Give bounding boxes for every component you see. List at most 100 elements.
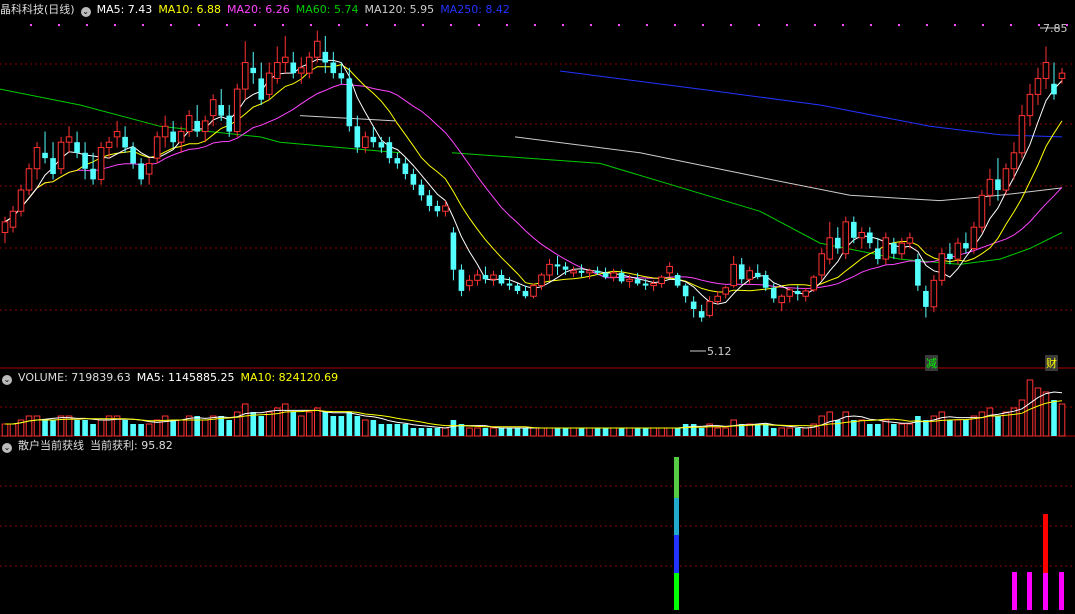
candle-body <box>105 141 113 148</box>
candle-body <box>113 131 121 138</box>
candle-body <box>978 194 986 228</box>
profit-bar-segment <box>674 573 679 610</box>
volume-bar <box>1010 407 1018 437</box>
top-dot <box>226 24 228 26</box>
ma-line-ma250 <box>559 70 1063 138</box>
candle-body <box>626 278 633 282</box>
candle-body <box>514 285 521 291</box>
volume-bar <box>145 423 153 437</box>
candle-body <box>642 283 649 286</box>
candle-body <box>498 275 505 284</box>
top-dot <box>142 24 144 26</box>
candle-body <box>930 279 938 308</box>
volume-bar <box>313 407 321 437</box>
candle-body <box>57 141 65 170</box>
top-dot <box>674 24 676 26</box>
stock-chart[interactable] <box>0 0 1075 614</box>
volume-bar <box>138 424 144 436</box>
top-dot <box>394 24 396 26</box>
volume-bar <box>754 424 761 436</box>
volume-bar <box>74 420 80 436</box>
volume-bar <box>530 427 537 437</box>
volume-bar <box>722 427 729 437</box>
profit-bar <box>1012 572 1017 610</box>
volume-bar <box>1034 387 1042 437</box>
candle-body <box>570 270 577 274</box>
candle-body <box>177 131 185 143</box>
candle-body <box>434 205 441 212</box>
candle-body <box>209 99 217 117</box>
volume-bar <box>554 428 561 436</box>
candle-body <box>258 78 265 100</box>
candle-body <box>25 168 33 191</box>
candle-body <box>265 72 273 95</box>
volume-bar <box>410 428 417 436</box>
candle-body <box>963 243 969 249</box>
candle-body <box>130 147 136 164</box>
candle-body <box>194 120 200 132</box>
candle-body <box>153 136 161 159</box>
candle-body <box>826 237 834 260</box>
top-dot <box>170 24 172 26</box>
volume-bar <box>906 423 914 437</box>
volume-bar <box>122 420 128 436</box>
volume-bar <box>50 420 56 436</box>
candle-body <box>250 67 257 74</box>
volume-bar <box>177 419 185 437</box>
ma-line-ma10 <box>4 64 1063 293</box>
candle-body <box>394 158 401 164</box>
top-dot <box>1038 24 1040 26</box>
candle-body <box>218 105 225 116</box>
volume-bar <box>867 424 873 436</box>
candle-body <box>241 62 249 90</box>
volume-bar <box>1 423 9 437</box>
volume-bar <box>1058 403 1066 437</box>
top-dot <box>30 24 32 26</box>
candle-body <box>858 232 866 239</box>
candle-body <box>50 158 56 175</box>
top-dot <box>982 24 984 26</box>
volume-bar <box>570 427 577 437</box>
volume-bar <box>690 424 697 436</box>
candle-body <box>867 232 873 244</box>
candle-body <box>891 243 897 254</box>
candle-body <box>506 283 513 286</box>
volume-bar <box>842 411 850 437</box>
volume-bar <box>33 415 41 437</box>
candle-body <box>362 136 369 148</box>
top-dot <box>506 24 508 26</box>
volume-bar <box>466 427 473 437</box>
volume-bar <box>698 428 705 436</box>
top-dot <box>478 24 480 26</box>
candle-body <box>851 221 857 238</box>
candle-body <box>354 126 361 148</box>
candle-body <box>281 56 289 63</box>
candle-body <box>730 263 737 287</box>
volume-bar <box>586 427 593 437</box>
volume-bar <box>642 428 649 436</box>
volume-bar <box>9 423 17 437</box>
volume-bar <box>498 428 505 436</box>
volume-bar <box>666 427 673 437</box>
candle-body <box>954 242 962 260</box>
candle-body <box>90 168 96 180</box>
volume-bar <box>682 424 689 436</box>
volume-bar <box>442 427 449 437</box>
volume-bar <box>995 416 1001 436</box>
volume-bar <box>434 428 441 436</box>
candle-body <box>1018 115 1026 154</box>
volume-bar <box>474 427 481 437</box>
volume-bar <box>130 424 136 436</box>
candle-body <box>97 147 105 180</box>
top-dot <box>254 24 256 26</box>
volume-bar <box>762 424 769 436</box>
profit-bar-segment <box>674 498 679 535</box>
mark-cai: 财 <box>1045 355 1058 371</box>
volume-bar <box>546 427 553 437</box>
volume-bar <box>947 420 953 436</box>
volume-bar <box>658 427 665 437</box>
candle-body <box>233 88 241 133</box>
volume-bar <box>354 416 361 436</box>
volume-bar <box>602 428 609 436</box>
candle-body <box>426 195 433 206</box>
